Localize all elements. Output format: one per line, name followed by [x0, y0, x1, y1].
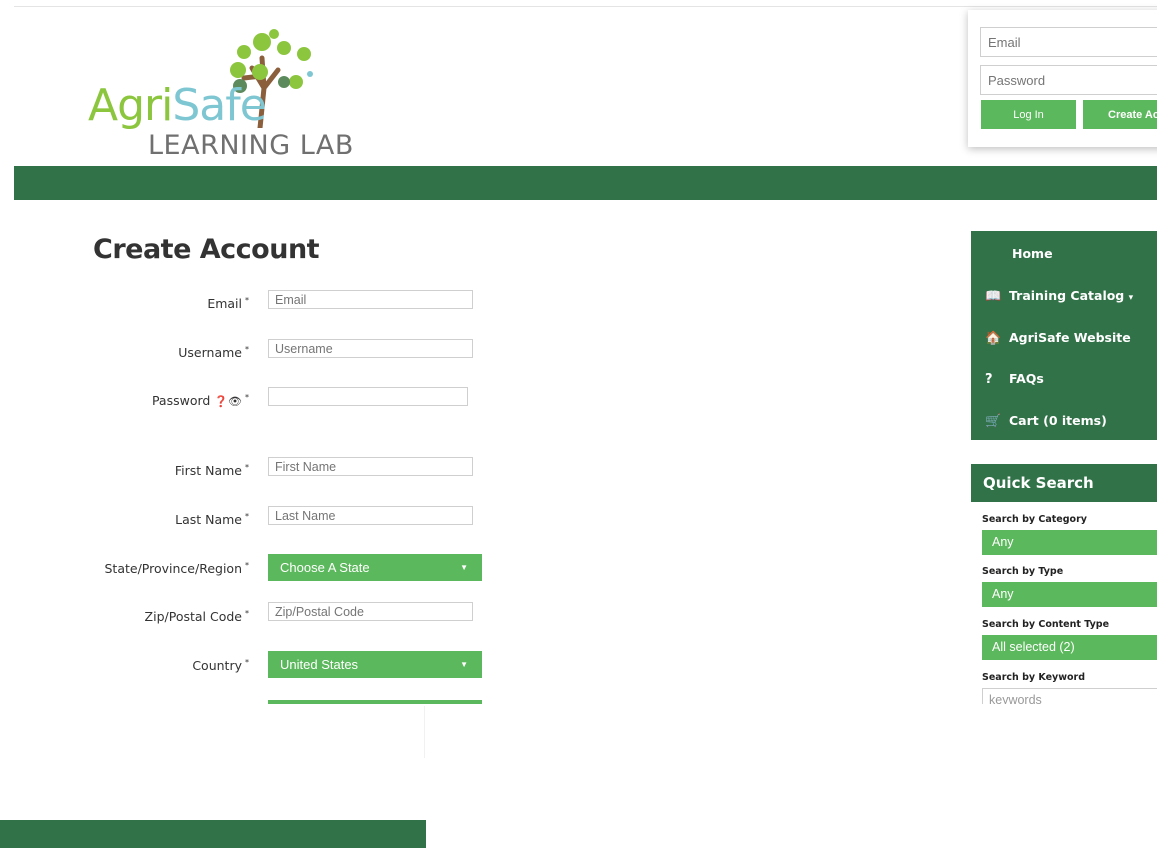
search-keyword-label: Search by Keyword — [982, 672, 1086, 683]
page-title: Create Account — [93, 234, 320, 265]
home-icon: 🏠 — [985, 331, 1002, 346]
login-button[interactable]: Log In — [981, 100, 1076, 129]
first-name-field[interactable] — [268, 457, 473, 476]
quick-search-title: Quick Search — [971, 464, 1157, 502]
sidebar-item-faqs[interactable]: ? FAQs — [985, 371, 1044, 387]
email-field[interactable] — [268, 290, 473, 309]
last-name-label: Last Name * — [175, 512, 249, 527]
username-field[interactable] — [268, 339, 473, 358]
book-icon: 📖 — [985, 289, 1002, 304]
cart-icon: 🛒 — [985, 414, 1002, 429]
search-keyword-input[interactable]: keywords — [982, 688, 1157, 704]
logo-wordmark: AgriSafe — [88, 80, 267, 131]
country-select[interactable]: United States ▼ — [268, 651, 482, 678]
sidebar-item-training-catalog[interactable]: 📖 Training Catalog ▾ — [985, 288, 1133, 304]
sidebar-menu: Home 📖 Training Catalog ▾ 🏠 AgriSafe Websi… — [971, 231, 1157, 440]
main-nav-bar — [14, 166, 1157, 200]
partial-select[interactable] — [268, 700, 482, 704]
chevron-down-icon: ▼ — [460, 563, 468, 572]
state-select[interactable]: Choose A State ▼ — [268, 554, 482, 581]
zip-field[interactable] — [268, 602, 473, 621]
divider — [424, 706, 425, 758]
logo-subtitle: LEARNING LAB — [148, 130, 354, 161]
question-icon: ? — [985, 372, 993, 387]
search-content-type-select[interactable]: All selected (2) — [982, 635, 1157, 660]
password-help-icon[interactable]: ❓👁 — [214, 395, 242, 408]
search-type-label: Search by Type — [982, 566, 1064, 577]
username-label: Username * — [178, 345, 249, 360]
first-name-label: First Name * — [174, 463, 249, 478]
agrisafe-logo[interactable]: AgriSafe LEARNING LAB — [88, 28, 388, 168]
login-panel: Log In Create Account — [968, 10, 1157, 147]
create-account-button[interactable]: Create Account — [1083, 100, 1157, 129]
email-label: Email * — [207, 296, 249, 311]
chevron-down-icon: ▼ — [460, 660, 468, 669]
search-category-label: Search by Category — [982, 514, 1087, 525]
search-category-select[interactable]: Any — [982, 530, 1157, 555]
caret-down-icon: ▾ — [1128, 293, 1134, 303]
top-divider — [14, 6, 1157, 7]
password-field[interactable] — [268, 387, 468, 406]
state-label: State/Province/Region * — [104, 561, 250, 576]
password-label: Password ❓👁 * — [151, 393, 249, 408]
search-type-select[interactable]: Any — [982, 582, 1157, 607]
footer-bar — [0, 820, 426, 848]
sidebar-item-cart[interactable]: 🛒 Cart (0 items) — [985, 413, 1107, 429]
search-content-type-label: Search by Content Type — [982, 619, 1110, 630]
country-label: Country * — [192, 658, 249, 673]
last-name-field[interactable] — [268, 506, 473, 525]
sidebar-item-home[interactable]: Home — [1012, 246, 1053, 261]
sidebar-item-agrisafe-website[interactable]: 🏠 AgriSafe Website — [985, 330, 1131, 346]
zip-label: Zip/Postal Code * — [144, 609, 249, 624]
login-password-input[interactable] — [980, 65, 1157, 95]
login-email-input[interactable] — [980, 27, 1157, 57]
